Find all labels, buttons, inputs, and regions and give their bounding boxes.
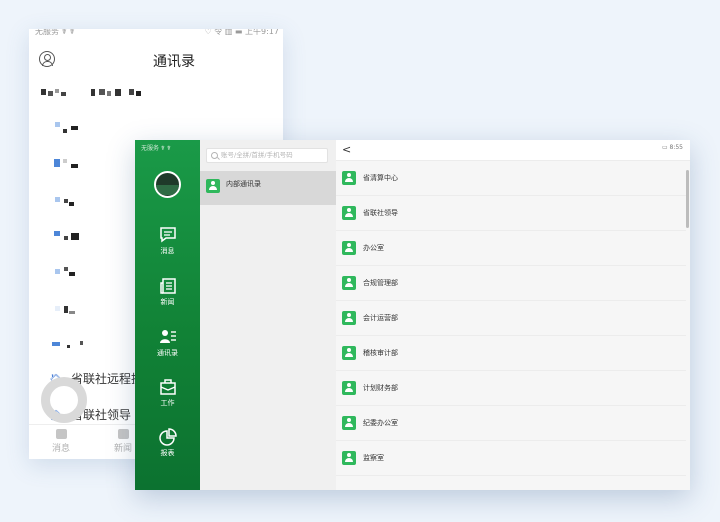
department-list-pane: < ▭ 8:55 省清算中心 省联社领导 办公室 合规管理部 会计运营部 稽核审… <box>336 140 690 490</box>
department-row[interactable]: 合规管理部 <box>336 266 686 301</box>
tablet-status-left: 无服务 ☤ ☤ <box>141 145 171 152</box>
detail-top-bar: < ▭ 8:55 <box>336 140 690 161</box>
person-icon <box>342 381 356 395</box>
person-icon <box>342 276 356 290</box>
nav-item-contacts[interactable]: 通讯录 <box>135 328 200 358</box>
nav-label: 消息 <box>160 247 175 255</box>
avatar[interactable] <box>154 171 181 198</box>
contacts-icon <box>159 330 176 343</box>
department-label: 会计运营部 <box>363 314 398 322</box>
tab-label: 消息 <box>51 444 70 454</box>
nav-item-messages[interactable]: 消息 <box>135 226 200 256</box>
phone-header: 通讯录 <box>29 45 283 75</box>
nav-label: 通讯录 <box>157 349 178 357</box>
department-label: 省联社领导 <box>363 209 398 217</box>
search-icon <box>211 152 218 159</box>
pixelated-org-name <box>41 86 201 100</box>
nav-label: 新闻 <box>160 298 175 306</box>
nav-label: 工作 <box>160 399 175 407</box>
department-label: 省清算中心 <box>363 174 398 182</box>
list-item-label: 省联社远程投 <box>71 372 144 386</box>
tab-messages[interactable]: 消息 <box>41 429 81 454</box>
nav-label: 报表 <box>160 449 175 457</box>
person-icon <box>342 311 356 325</box>
person-icon <box>206 179 220 193</box>
nav-item-reports[interactable]: 报表 <box>135 428 200 458</box>
tab-label: 新闻 <box>113 444 132 454</box>
nav-item-work[interactable]: 工作 <box>135 378 200 408</box>
tablet-screen: 无服务 ☤ ☤ 消息 新闻 通讯录 工作 报表 账号/全拼/首拼/手机号码 内部… <box>135 140 690 490</box>
department-label: 稽核审计部 <box>363 349 398 357</box>
person-icon <box>342 241 356 255</box>
department-label: 监察室 <box>363 454 384 462</box>
phone-page-title: 通讯录 <box>153 54 195 70</box>
person-icon <box>342 206 356 220</box>
department-row[interactable]: 办公室 <box>336 231 686 266</box>
scrollbar[interactable] <box>686 170 689 228</box>
department-label: 合规管理部 <box>363 279 398 287</box>
department-row[interactable]: 省清算中心 <box>336 161 686 196</box>
person-icon <box>342 416 356 430</box>
person-icon <box>342 171 356 185</box>
briefcase-icon <box>159 379 176 395</box>
pixelated-row[interactable] <box>49 304 109 318</box>
person-icon <box>342 346 356 360</box>
department-row[interactable]: 计划财务部 <box>336 371 686 406</box>
search-placeholder: 账号/全拼/首拼/手机号码 <box>221 151 293 159</box>
list-item-label: 内部通讯录 <box>226 180 261 188</box>
phone-status-bar: 无服务 ☤ ☤ ♡ 令 ▥ ▬ 上午9:17 <box>29 29 283 41</box>
list-item-internal-directory[interactable]: 内部通讯录 <box>200 171 336 205</box>
loading-spinner-icon <box>41 377 87 423</box>
pixelated-row[interactable] <box>49 195 109 209</box>
tablet-status-right: ▭ 8:55 <box>661 144 683 151</box>
news-icon <box>117 429 129 439</box>
pixelated-row[interactable] <box>49 159 109 173</box>
pixelated-row[interactable] <box>49 340 109 354</box>
chat-icon <box>55 429 67 439</box>
nav-item-news[interactable]: 新闻 <box>135 277 200 307</box>
department-row[interactable]: 纪委办公室 <box>336 406 686 441</box>
department-row[interactable]: 省联社领导 <box>336 196 686 231</box>
pixelated-row[interactable] <box>49 231 109 245</box>
pixelated-row[interactable] <box>49 267 109 281</box>
department-row[interactable]: 监察室 <box>336 441 686 476</box>
sidebar-nav: 无服务 ☤ ☤ 消息 新闻 通讯录 工作 报表 <box>135 140 200 490</box>
department-label: 办公室 <box>363 244 384 252</box>
back-chevron-icon[interactable]: < <box>342 143 351 156</box>
search-input[interactable]: 账号/全拼/首拼/手机号码 <box>206 148 328 163</box>
pixelated-row[interactable] <box>49 122 109 136</box>
pie-chart-icon <box>158 428 177 446</box>
department-row[interactable]: 稽核审计部 <box>336 336 686 371</box>
phone-status-left: 无服务 ☤ ☤ <box>35 29 75 36</box>
person-icon <box>342 451 356 465</box>
directory-list-pane: 账号/全拼/首拼/手机号码 内部通讯录 <box>200 140 337 490</box>
phone-status-right: ♡ 令 ▥ ▬ 上午9:17 <box>204 29 279 36</box>
department-label: 纪委办公室 <box>363 419 398 427</box>
chat-icon <box>159 227 176 243</box>
department-label: 计划财务部 <box>363 384 398 392</box>
department-row[interactable]: 会计运营部 <box>336 301 686 336</box>
news-icon <box>159 278 176 294</box>
